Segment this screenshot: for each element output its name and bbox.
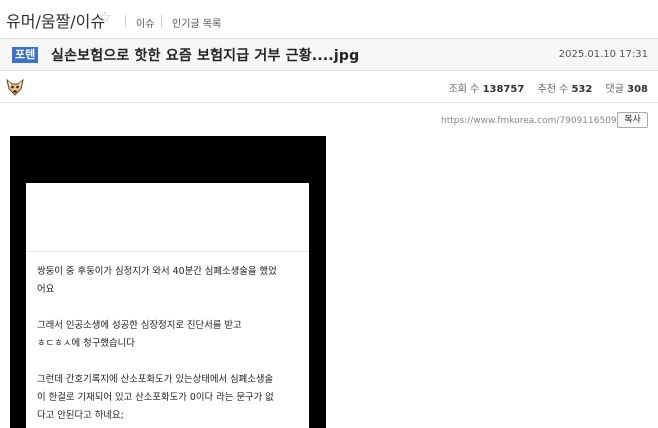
- comments-count[interactable]: 308: [627, 84, 648, 95]
- text-line: 그런데 간호기록지에 산소포화도가 있는상태에서 심폐소생술: [37, 374, 274, 385]
- post-title: 실손보험으로 핫한 요즘 보험지급 거부 근황....jpg: [51, 48, 360, 64]
- poten-tag: 포텐: [12, 47, 39, 63]
- text-line: 다고 안된다고 하네요;: [37, 410, 124, 421]
- link-popular-list[interactable]: 인기글 목록: [172, 15, 221, 30]
- views-count: 138757: [482, 84, 525, 95]
- post-image: 쌍둥이 중 후둥이가 심정지가 와서 40분간 심폐소생술을 했었 어요 그래서…: [10, 136, 326, 428]
- divider: [161, 15, 162, 27]
- paragraph-1: 쌍둥이 중 후둥이가 심정지가 와서 40분간 심폐소생술을 했었 어요: [37, 263, 302, 299]
- text-line: 이 한걸로 기재되어 있고 산소포화도가 0이다 라는 문구가 없: [37, 392, 274, 403]
- screenshot-card: 쌍둥이 중 후둥이가 심정지가 와서 40분간 심폐소생술을 했었 어요 그래서…: [26, 183, 309, 428]
- card-header-blank: [26, 183, 309, 252]
- comments-label: 댓글: [605, 84, 624, 95]
- post-date: 2025.01.10 17:31: [558, 49, 648, 60]
- text-line: ㅎㄷㅎㅅ에 청구했습니다: [37, 338, 135, 349]
- recommend-label: 추천 수: [537, 84, 569, 95]
- star-outline-icon[interactable]: ☆: [98, 8, 111, 26]
- views-label: 조회 수: [448, 84, 480, 95]
- card-text: 쌍둥이 중 후둥이가 심정지가 와서 40분간 심폐소생술을 했었 어요 그래서…: [37, 263, 302, 428]
- top-bar: 유머/움짤/이슈 ☆ 이슈 인기글 목록: [0, 0, 658, 39]
- post-url[interactable]: https://www.fmkorea.com/7909116509: [441, 116, 617, 126]
- text-line: 어요: [37, 284, 55, 295]
- post-meta-bar: 조회 수 138757 추천 수 532 댓글 308: [0, 71, 658, 103]
- divider: [125, 15, 126, 27]
- text-line: 그래서 인공소생에 성공한 심장정지로 진단서를 받고: [37, 320, 242, 331]
- copy-url-button[interactable]: 복사: [617, 112, 648, 128]
- post-stats: 조회 수 138757 추천 수 532 댓글 308: [449, 80, 648, 95]
- recommend-count: 532: [571, 84, 593, 95]
- link-issue[interactable]: 이슈: [136, 15, 154, 30]
- dog-avatar-icon[interactable]: [5, 77, 25, 97]
- text-line: 쌍둥이 중 후둥이가 심정지가 와서 40분간 심폐소생술을 했었: [37, 266, 277, 277]
- post-title-bar: 포텐 실손보험으로 핫한 요즘 보험지급 거부 근황....jpg 2025.0…: [0, 39, 658, 71]
- paragraph-2: 그래서 인공소생에 성공한 심장정지로 진단서를 받고 ㅎㄷㅎㅅ에 청구했습니다: [37, 317, 302, 353]
- paragraph-3: 그런데 간호기록지에 산소포화도가 있는상태에서 심폐소생술 이 한걸로 기재되…: [37, 371, 302, 425]
- board-title[interactable]: 유머/움짤/이슈: [6, 8, 105, 32]
